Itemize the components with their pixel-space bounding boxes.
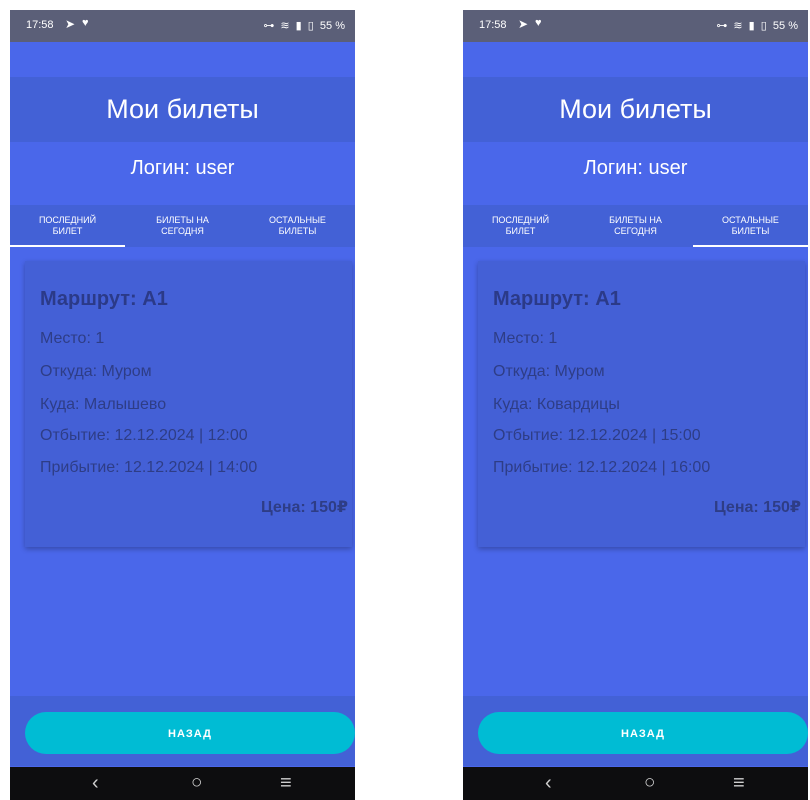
- tab-label: ОСТАЛЬНЫЕ БИЛЕТЫ: [722, 215, 779, 236]
- ticket-from: Откуда: Муром: [493, 363, 605, 380]
- tab-other-tickets[interactable]: ОСТАЛЬНЫЕ БИЛЕТЫ: [240, 205, 355, 247]
- status-icons: ⊶ ≋ ▮ ▯ 55 %: [713, 19, 798, 32]
- battery-level: 55 %: [319, 20, 345, 32]
- phone-screen-left: 17:58 ➤ ♥ ⊶ ≋ ▮ ▯ 55 % Мои билеты Логин:…: [10, 10, 355, 800]
- nav-back-icon[interactable]: ‹: [545, 772, 552, 794]
- tab-today-tickets[interactable]: БИЛЕТЫ НА СЕГОДНЯ: [125, 205, 240, 247]
- ticket-price: Цена: 150₽: [261, 499, 348, 516]
- back-button[interactable]: НАЗАД: [25, 712, 355, 754]
- ticket-arrival: Прибытие: 12.12.2024 | 16:00: [493, 459, 711, 476]
- status-icons: ⊶ ≋ ▮ ▯ 55 %: [260, 19, 345, 32]
- tab-label: БИЛЕТЫ НА СЕГОДНЯ: [609, 215, 662, 236]
- ticket-seat: Место: 1: [493, 330, 558, 347]
- ticket-route: Маршрут: А1: [40, 288, 168, 310]
- ticket-card: Маршрут: А1 Место: 1 Откуда: Муром Куда:…: [478, 261, 805, 547]
- ticket-to: Куда: Малышево: [40, 396, 167, 413]
- tab-last-ticket[interactable]: ПОСЛЕДНИЙ БИЛЕТ: [10, 205, 125, 247]
- ticket-departure: Отбытие: 12.12.2024 | 15:00: [493, 427, 701, 444]
- wifi-icon: ≋: [733, 20, 743, 32]
- tab-last-ticket[interactable]: ПОСЛЕДНИЙ БИЛЕТ: [463, 205, 578, 247]
- battery-level: 55 %: [772, 20, 798, 32]
- ticket-arrival: Прибытие: 12.12.2024 | 14:00: [40, 459, 258, 476]
- shield-icon: ♥: [82, 17, 89, 29]
- navigation-arrow-icon: ➤: [65, 17, 76, 31]
- tab-label: ОСТАЛЬНЫЕ БИЛЕТЫ: [269, 215, 326, 236]
- page-title: Мои билеты: [10, 77, 355, 142]
- tab-other-tickets[interactable]: ОСТАЛЬНЫЕ БИЛЕТЫ: [693, 205, 808, 247]
- ticket-seat: Место: 1: [40, 330, 105, 347]
- ticket-from: Откуда: Муром: [40, 363, 152, 380]
- ticket-departure: Отбытие: 12.12.2024 | 12:00: [40, 427, 248, 444]
- nav-recents-icon[interactable]: ≡: [733, 772, 745, 794]
- bottom-bar: НАЗАД: [10, 696, 355, 766]
- system-nav-bar: ‹ ○ ≡: [10, 767, 355, 800]
- nav-home-icon[interactable]: ○: [644, 772, 655, 794]
- shield-icon: ♥: [535, 17, 542, 29]
- page-title: Мои билеты: [463, 77, 808, 142]
- bottom-bar: НАЗАД: [463, 696, 808, 766]
- signal-icon: ▮: [748, 20, 755, 32]
- tab-bar: ПОСЛЕДНИЙ БИЛЕТ БИЛЕТЫ НА СЕГОДНЯ ОСТАЛЬ…: [463, 205, 808, 247]
- status-bar: 17:58 ➤ ♥ ⊶ ≋ ▮ ▯ 55 %: [463, 10, 808, 42]
- battery-icon: ▯: [760, 20, 767, 32]
- login-label: Логин: user: [130, 157, 235, 179]
- tab-label: ПОСЛЕДНИЙ БИЛЕТ: [38, 215, 97, 236]
- tab-today-tickets[interactable]: БИЛЕТЫ НА СЕГОДНЯ: [578, 205, 693, 247]
- status-time: 17:58: [26, 19, 54, 31]
- wifi-icon: ≋: [280, 20, 290, 32]
- battery-icon: ▯: [307, 20, 314, 32]
- ticket-route: Маршрут: А1: [493, 288, 621, 310]
- status-bar: 17:58 ➤ ♥ ⊶ ≋ ▮ ▯ 55 %: [10, 10, 355, 42]
- nav-home-icon[interactable]: ○: [191, 772, 202, 794]
- ticket-price: Цена: 150₽: [714, 499, 801, 516]
- nav-back-icon[interactable]: ‹: [92, 772, 99, 794]
- tab-label: ПОСЛЕДНИЙ БИЛЕТ: [491, 215, 550, 236]
- ticket-card: Маршрут: А1 Место: 1 Откуда: Муром Куда:…: [25, 261, 352, 547]
- login-label: Логин: user: [583, 157, 688, 179]
- status-time: 17:58: [479, 19, 507, 31]
- tab-bar: ПОСЛЕДНИЙ БИЛЕТ БИЛЕТЫ НА СЕГОДНЯ ОСТАЛЬ…: [10, 205, 355, 247]
- nav-recents-icon[interactable]: ≡: [280, 772, 292, 794]
- key-icon: ⊶: [263, 20, 275, 32]
- navigation-arrow-icon: ➤: [518, 17, 529, 31]
- signal-icon: ▮: [295, 20, 302, 32]
- back-button[interactable]: НАЗАД: [478, 712, 808, 754]
- system-nav-bar: ‹ ○ ≡: [463, 767, 808, 800]
- phone-screen-right: 17:58 ➤ ♥ ⊶ ≋ ▮ ▯ 55 % Мои билеты Логин:…: [463, 10, 808, 800]
- tab-label: БИЛЕТЫ НА СЕГОДНЯ: [156, 215, 209, 236]
- ticket-to: Куда: Ковардицы: [493, 396, 620, 413]
- key-icon: ⊶: [716, 20, 728, 32]
